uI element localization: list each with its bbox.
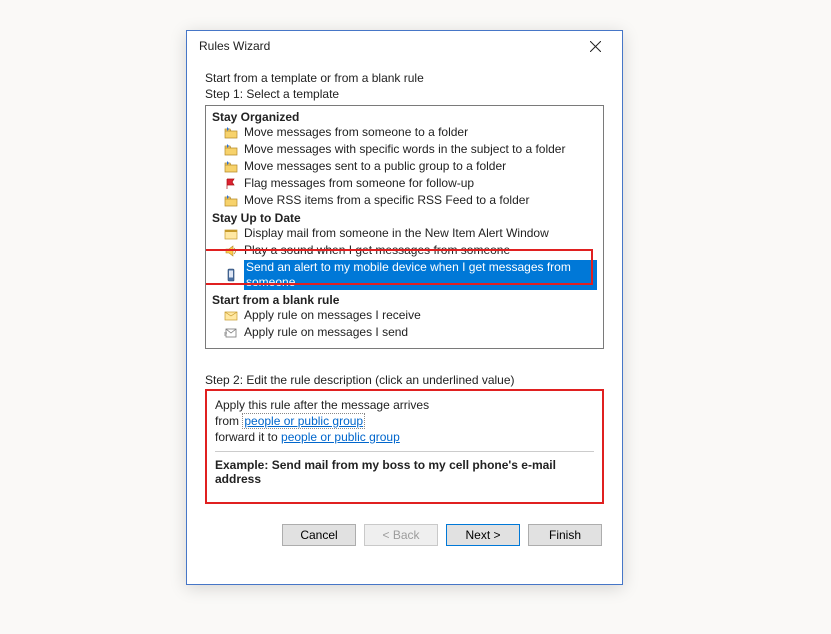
step1-label: Step 1: Select a template bbox=[205, 87, 604, 101]
template-label: Move messages with specific words in the… bbox=[244, 142, 565, 157]
folder-move-icon bbox=[224, 194, 238, 208]
template-item[interactable]: Apply rule on messages I receive bbox=[222, 307, 599, 324]
flag-icon bbox=[224, 177, 238, 191]
desc-forward-line: forward it to people or public group bbox=[215, 429, 594, 445]
template-listbox[interactable]: Stay Organized Move messages from someon… bbox=[205, 105, 604, 349]
sound-icon bbox=[224, 244, 238, 258]
template-label: Move messages sent to a public group to … bbox=[244, 159, 506, 174]
template-item[interactable]: Move RSS items from a specific RSS Feed … bbox=[222, 192, 599, 209]
rule-description-box: Apply this rule after the message arrive… bbox=[205, 389, 604, 504]
template-label: Apply rule on messages I receive bbox=[244, 308, 421, 323]
group-stay-organized: Stay Organized bbox=[212, 110, 599, 124]
template-item[interactable]: Display mail from someone in the New Ite… bbox=[222, 225, 599, 242]
dialog-content: Start from a template or from a blank ru… bbox=[187, 61, 622, 560]
template-item[interactable]: Move messages sent to a public group to … bbox=[222, 158, 599, 175]
group-blank-rule: Start from a blank rule bbox=[212, 293, 599, 307]
template-item[interactable]: Move messages from someone to a folder bbox=[222, 124, 599, 141]
dialog-title: Rules Wizard bbox=[199, 39, 270, 53]
step2-label: Step 2: Edit the rule description (click… bbox=[205, 373, 604, 387]
folder-move-icon bbox=[224, 143, 238, 157]
back-button[interactable]: < Back bbox=[364, 524, 438, 546]
template-label: Move messages from someone to a folder bbox=[244, 125, 468, 140]
finish-button[interactable]: Finish bbox=[528, 524, 602, 546]
example-text: Example: Send mail from my boss to my ce… bbox=[215, 458, 594, 486]
template-item[interactable]: Apply rule on messages I send bbox=[222, 324, 599, 341]
close-button[interactable] bbox=[576, 32, 614, 60]
close-icon bbox=[590, 41, 601, 52]
template-item-selected[interactable]: Send an alert to my mobile device when I… bbox=[222, 259, 599, 291]
template-item[interactable]: Flag messages from someone for follow-up bbox=[222, 175, 599, 192]
folder-move-icon bbox=[224, 126, 238, 140]
template-label: Move RSS items from a specific RSS Feed … bbox=[244, 193, 529, 208]
desc-apply-line: Apply this rule after the message arrive… bbox=[215, 397, 594, 413]
envelope-icon bbox=[224, 309, 238, 323]
titlebar: Rules Wizard bbox=[187, 31, 622, 61]
template-label: Send an alert to my mobile device when I… bbox=[244, 260, 597, 290]
template-label: Play a sound when I get messages from so… bbox=[244, 243, 510, 258]
button-row: Cancel < Back Next > Finish bbox=[205, 524, 604, 546]
desc-from-line: from people or public group bbox=[215, 413, 594, 429]
template-label: Flag messages from someone for follow-up bbox=[244, 176, 474, 191]
intro-text: Start from a template or from a blank ru… bbox=[205, 71, 604, 85]
template-item[interactable]: Play a sound when I get messages from so… bbox=[222, 242, 599, 259]
divider bbox=[215, 451, 594, 452]
template-item[interactable]: Move messages with specific words in the… bbox=[222, 141, 599, 158]
desc-forward-prefix: forward it to bbox=[215, 430, 281, 444]
template-label: Apply rule on messages I send bbox=[244, 325, 408, 340]
rules-wizard-dialog: Rules Wizard Start from a template or fr… bbox=[186, 30, 623, 585]
cancel-button[interactable]: Cancel bbox=[282, 524, 356, 546]
template-label: Display mail from someone in the New Ite… bbox=[244, 226, 549, 241]
link-people-from[interactable]: people or public group bbox=[242, 413, 365, 429]
envelope-send-icon bbox=[224, 326, 238, 340]
desc-from-prefix: from bbox=[215, 414, 242, 428]
next-button[interactable]: Next > bbox=[446, 524, 520, 546]
mobile-icon bbox=[224, 268, 238, 282]
group-stay-up-to-date: Stay Up to Date bbox=[212, 211, 599, 225]
folder-move-icon bbox=[224, 160, 238, 174]
alert-window-icon bbox=[224, 227, 238, 241]
link-people-forward[interactable]: people or public group bbox=[281, 430, 400, 444]
